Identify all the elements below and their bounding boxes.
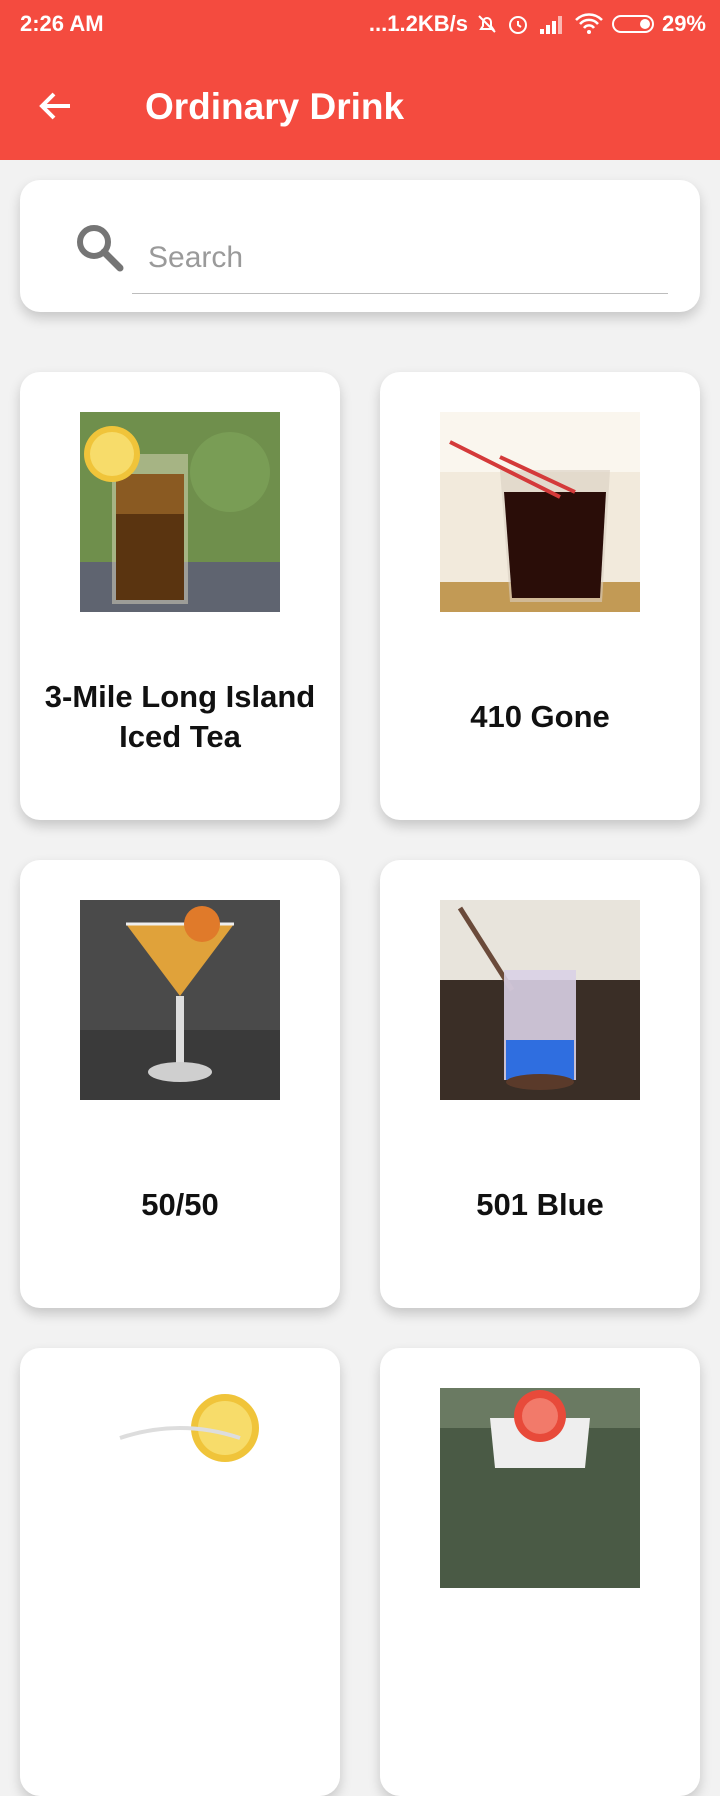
- drink-card[interactable]: [20, 1348, 340, 1796]
- battery-percent: 29%: [661, 11, 706, 36]
- drink-card[interactable]: 501 Blue: [380, 860, 700, 1308]
- drink-card[interactable]: 50/50: [20, 860, 340, 1308]
- status-bar: 2:26 AM ...1.2KB/s 29%: [0, 0, 720, 50]
- drink-image: [80, 1388, 280, 1588]
- drink-image: [440, 1388, 640, 1588]
- drink-image: [80, 412, 280, 612]
- drink-card[interactable]: 3-Mile Long Island Iced Tea: [20, 372, 340, 820]
- drink-name: 410 Gone: [470, 699, 610, 734]
- network-speed: ...1.2KB/s: [368, 11, 468, 36]
- app-bar: 2:26 AM ...1.2KB/s 29% Ordinary Drink: [0, 0, 720, 160]
- drink-name: 50/50: [141, 1187, 219, 1222]
- drink-card[interactable]: 410 Gone: [380, 372, 700, 820]
- drink-name: 3-Mile Long Island Iced Tea: [44, 679, 316, 754]
- wifi-icon: [575, 13, 603, 34]
- arrow-left-icon[interactable]: [36, 86, 76, 126]
- drink-image: [440, 412, 640, 612]
- status-time: 2:26 AM: [20, 11, 104, 36]
- search-icon: [77, 225, 124, 272]
- drink-card[interactable]: [380, 1348, 700, 1796]
- battery-icon: [611, 15, 654, 33]
- page-title: Ordinary Drink: [145, 86, 405, 127]
- drink-name: 501 Blue: [476, 1187, 604, 1222]
- alarm-icon: [508, 16, 527, 34]
- bell-off-icon: [478, 15, 496, 33]
- signal-icon: [539, 16, 562, 34]
- drink-image: [440, 900, 640, 1100]
- drink-image: [80, 900, 280, 1100]
- search-input[interactable]: [132, 222, 668, 294]
